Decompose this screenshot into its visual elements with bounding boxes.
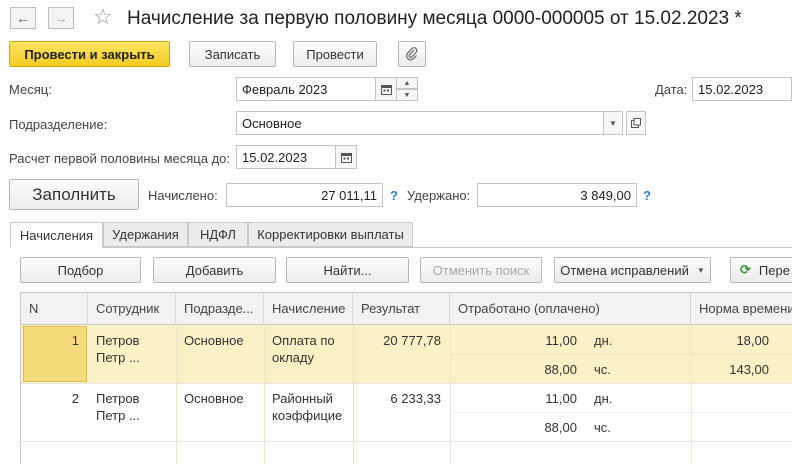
col-header-division[interactable]: Подразде... bbox=[176, 293, 264, 325]
employee-name[interactable]: Петров bbox=[96, 332, 139, 349]
arrow-left-icon: ← bbox=[16, 10, 30, 26]
worked-hours-cell[interactable]: 88,00 bbox=[491, 361, 577, 378]
col-divider bbox=[353, 325, 354, 464]
row-divider bbox=[450, 412, 792, 413]
col-header-worked[interactable]: Отработано (оплачено) bbox=[450, 293, 691, 325]
accrual-cell[interactable]: Оплата по bbox=[272, 332, 335, 349]
calendar-icon bbox=[380, 84, 392, 95]
chevron-down-icon: ▼ bbox=[609, 118, 617, 128]
worked-hours-cell[interactable]: 88,00 bbox=[491, 419, 577, 436]
paperclip-icon bbox=[406, 47, 418, 61]
norm-days-cell[interactable]: 18,00 bbox=[691, 332, 769, 349]
triangle-down-icon: ▼ bbox=[403, 91, 411, 99]
post-and-close-button[interactable]: Провести и закрыть bbox=[9, 41, 170, 67]
cancel-search-button[interactable]: Отменить поиск bbox=[420, 257, 542, 283]
recalculate-button[interactable]: ⟳ Пере bbox=[730, 257, 792, 283]
row-divider bbox=[450, 354, 792, 355]
date-field[interactable]: 15.02.2023 bbox=[692, 77, 792, 101]
calendar-icon bbox=[340, 152, 352, 163]
accrued-help-icon[interactable]: ? bbox=[390, 188, 398, 203]
accrual-cell-cont: коэффицие bbox=[272, 408, 343, 423]
month-field[interactable]: Февраль 2023 bbox=[236, 77, 376, 101]
pick-button[interactable]: Подбор bbox=[20, 257, 141, 283]
withheld-help-icon[interactable]: ? bbox=[643, 188, 651, 203]
month-label: Месяц: bbox=[9, 82, 52, 97]
col-header-norm[interactable]: Норма времени bbox=[691, 293, 792, 325]
date-label: Дата: bbox=[655, 82, 688, 97]
worked-hours-unit: чс. bbox=[594, 362, 611, 377]
recalculate-label: Пере bbox=[758, 262, 790, 278]
tab-withholdings[interactable]: Удержания bbox=[103, 222, 188, 247]
division-field[interactable]: Основное bbox=[236, 111, 604, 135]
division-open-button[interactable] bbox=[626, 111, 646, 135]
open-link-icon bbox=[631, 118, 641, 128]
tab-ndfl[interactable]: НДФЛ bbox=[188, 222, 248, 247]
norm-hours-cell[interactable]: 143,00 bbox=[691, 361, 769, 378]
worked-days-unit: дн. bbox=[594, 333, 613, 348]
col-divider bbox=[264, 325, 265, 464]
accrual-cell-cont: окладу bbox=[272, 350, 314, 365]
post-button[interactable]: Провести bbox=[293, 41, 377, 67]
refresh-icon: ⟳ bbox=[740, 262, 751, 277]
col-header-accrual[interactable]: Начисление bbox=[264, 293, 353, 325]
find-button[interactable]: Найти... bbox=[286, 257, 409, 283]
triangle-up-icon: ▲ bbox=[403, 79, 411, 87]
tab-accruals[interactable]: Начисления bbox=[10, 222, 103, 248]
division-cell[interactable]: Основное bbox=[184, 390, 244, 407]
worked-hours-unit: чс. bbox=[594, 420, 611, 435]
save-button[interactable]: Записать bbox=[189, 41, 276, 67]
col-header-n[interactable]: N bbox=[21, 293, 88, 325]
attach-button[interactable] bbox=[398, 41, 426, 67]
row-divider bbox=[21, 383, 792, 384]
accrued-label: Начислено: bbox=[148, 188, 218, 203]
add-button[interactable]: Добавить bbox=[153, 257, 276, 283]
col-divider bbox=[176, 325, 177, 464]
worked-days-cell[interactable]: 11,00 bbox=[491, 332, 577, 349]
row-divider bbox=[21, 441, 792, 442]
fill-button[interactable]: Заполнить bbox=[9, 179, 139, 210]
col-divider bbox=[450, 325, 451, 464]
worked-days-cell[interactable]: 11,00 bbox=[491, 390, 577, 407]
result-cell[interactable]: 20 777,78 bbox=[356, 332, 441, 349]
arrow-right-icon: → bbox=[54, 10, 68, 26]
division-dropdown-button[interactable]: ▼ bbox=[603, 111, 623, 135]
calc-until-label: Расчет первой половины месяца до: bbox=[9, 151, 230, 166]
chevron-down-icon: ▼ bbox=[696, 265, 705, 275]
cancel-fixes-button[interactable]: Отмена исправлений ▼ bbox=[554, 257, 711, 283]
withheld-field: 3 849,00 bbox=[477, 183, 637, 207]
worked-days-unit: дн. bbox=[594, 391, 613, 406]
employee-name[interactable]: Петров bbox=[96, 390, 139, 407]
division-cell[interactable]: Основное bbox=[184, 332, 244, 349]
result-cell[interactable]: 6 233,33 bbox=[356, 390, 441, 407]
accrued-field: 27 011,11 bbox=[226, 183, 383, 207]
back-button[interactable]: ← bbox=[10, 7, 36, 29]
favorite-star-icon[interactable]: ☆ bbox=[93, 4, 113, 30]
calc-until-field[interactable]: 15.02.2023 bbox=[236, 145, 336, 169]
cancel-fixes-label: Отмена исправлений bbox=[560, 262, 689, 278]
withheld-label: Удержано: bbox=[407, 188, 471, 203]
calc-until-calendar-button[interactable] bbox=[335, 145, 357, 169]
page-title: Начисление за первую половину месяца 000… bbox=[127, 8, 742, 29]
month-decrease-button[interactable]: ▼ bbox=[396, 89, 418, 101]
accrual-cell[interactable]: Районный bbox=[272, 390, 333, 407]
col-header-result[interactable]: Результат bbox=[353, 293, 450, 325]
col-header-employee[interactable]: Сотрудник bbox=[88, 293, 176, 325]
month-increase-button[interactable]: ▲ bbox=[396, 77, 418, 89]
forward-button[interactable]: → bbox=[48, 7, 74, 29]
row-number: 2 bbox=[71, 391, 79, 406]
employee-name-cont: Петр ... bbox=[96, 350, 140, 365]
month-calendar-button[interactable] bbox=[375, 77, 397, 101]
accruals-table: N Сотрудник Подразде... Начисление Резул… bbox=[20, 292, 792, 464]
tabs-divider bbox=[10, 247, 792, 248]
employee-name-cont: Петр ... bbox=[96, 408, 140, 423]
row-number: 1 bbox=[71, 333, 79, 348]
division-label: Подразделение: bbox=[9, 117, 108, 132]
tab-payment-corrections[interactable]: Корректировки выплаты bbox=[248, 222, 413, 247]
